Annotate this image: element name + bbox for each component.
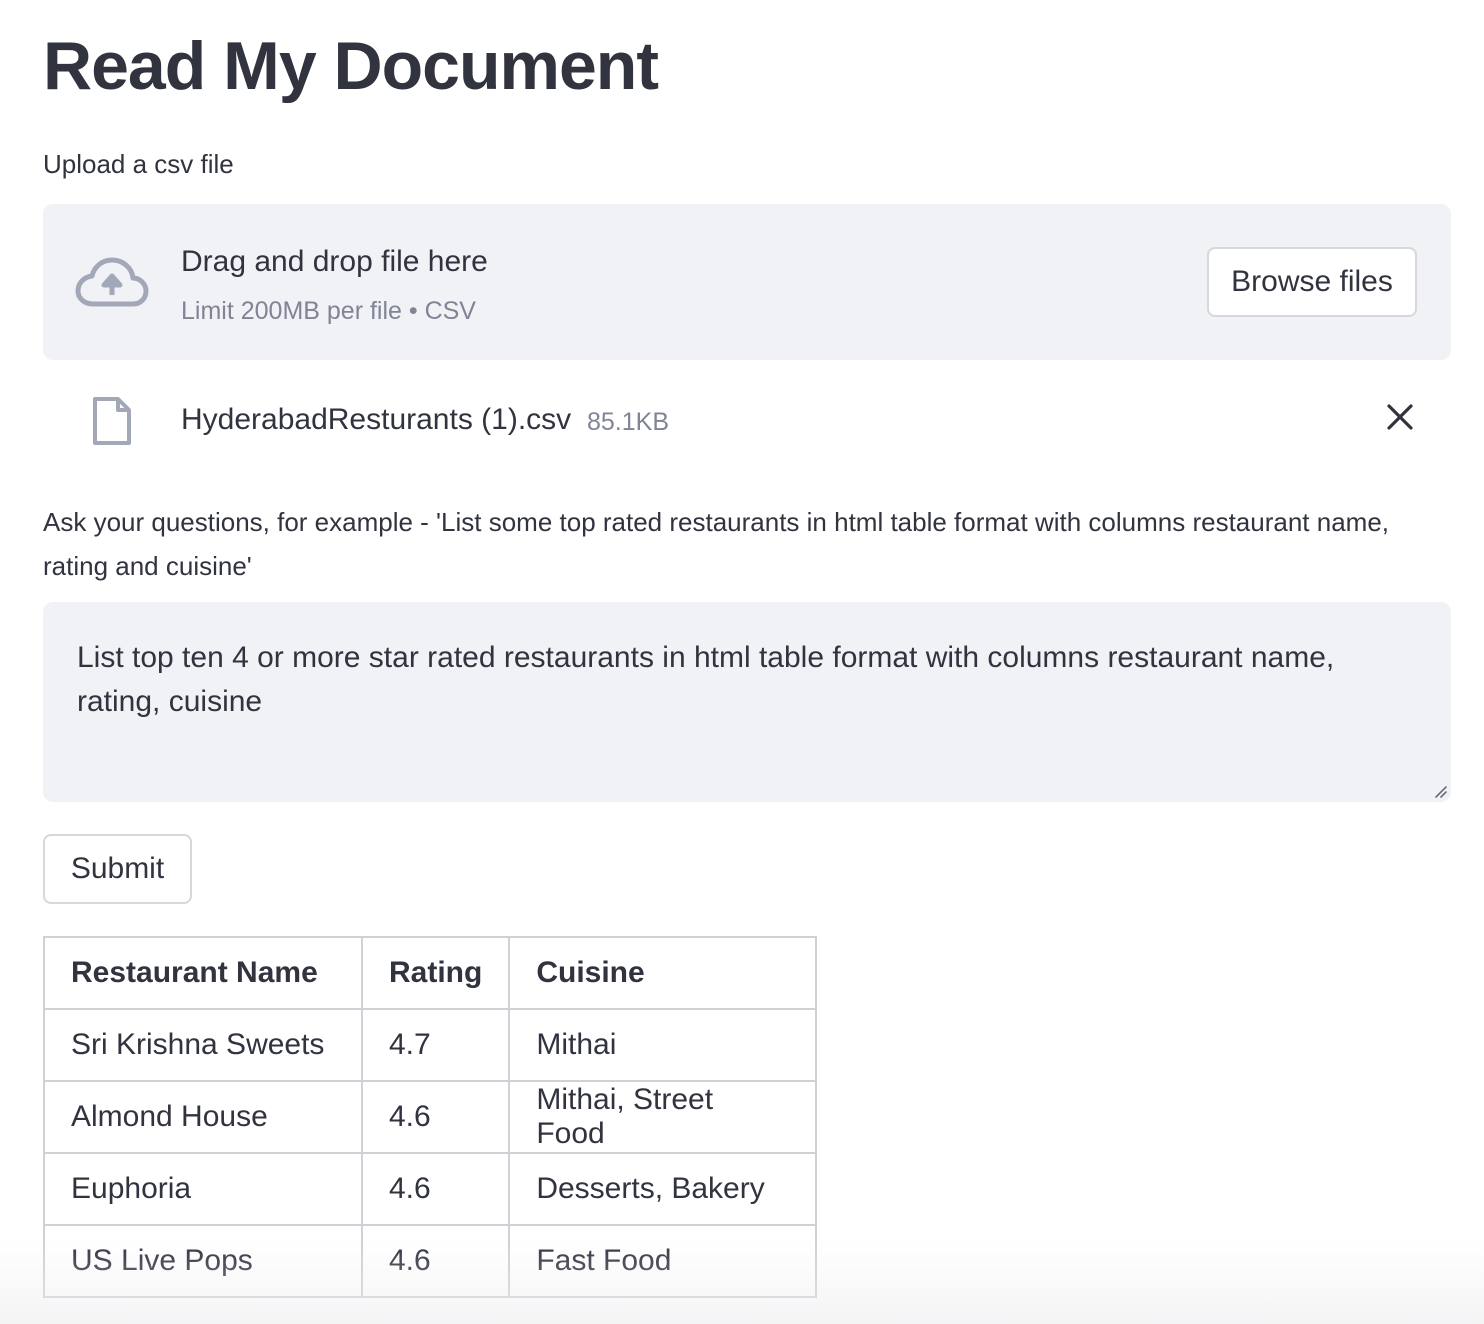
table-row: Euphoria 4.6 Desserts, Bakery [43, 1152, 818, 1226]
rating-cell: 4.7 [360, 1008, 511, 1082]
restaurant-name-cell: Almond House [43, 1080, 363, 1154]
page-title: Read My Document [43, 28, 659, 104]
cuisine-cell: Fast Food [508, 1224, 818, 1298]
close-icon[interactable] [1385, 402, 1415, 432]
restaurant-name-cell: Euphoria [43, 1152, 363, 1226]
question-textarea[interactable]: List top ten 4 or more star rated restau… [43, 602, 1451, 802]
table-row: US Live Pops 4.6 Fast Food [43, 1224, 818, 1298]
rating-cell: 4.6 [360, 1080, 511, 1154]
submit-button[interactable]: Submit [43, 834, 192, 904]
resize-handle-icon[interactable] [1431, 782, 1447, 798]
column-header-rating: Rating [360, 936, 511, 1010]
browse-files-button[interactable]: Browse files [1207, 247, 1417, 317]
uploaded-file-row: HyderabadResturants (1).csv 85.1KB [43, 380, 1451, 460]
restaurant-name-cell: Sri Krishna Sweets [43, 1008, 363, 1082]
rating-cell: 4.6 [360, 1224, 511, 1298]
file-icon [93, 397, 131, 445]
cuisine-cell: Mithai, Street Food [508, 1080, 818, 1154]
results-table: Restaurant Name Rating Cuisine Sri Krish… [43, 936, 818, 1298]
cloud-upload-icon [75, 257, 149, 307]
table-header-row: Restaurant Name Rating Cuisine [43, 936, 818, 1010]
dropzone-limit: Limit 200MB per file • CSV [181, 297, 476, 325]
uploaded-file-size: 85.1KB [587, 408, 670, 436]
file-dropzone[interactable]: Drag and drop file here Limit 200MB per … [43, 204, 1451, 360]
uploaded-file-name: HyderabadResturants (1).csv [181, 403, 572, 436]
table-row: Sri Krishna Sweets 4.7 Mithai [43, 1008, 818, 1082]
column-header-restaurant-name: Restaurant Name [43, 936, 363, 1010]
cuisine-cell: Desserts, Bakery [508, 1152, 818, 1226]
question-text: List top ten 4 or more star rated restau… [77, 641, 1335, 718]
upload-label: Upload a csv file [43, 149, 234, 179]
table-row: Almond House 4.6 Mithai, Street Food [43, 1080, 818, 1154]
restaurant-name-cell: US Live Pops [43, 1224, 363, 1298]
question-label: Ask your questions, for example - 'List … [43, 507, 1390, 581]
cuisine-cell: Mithai [508, 1008, 818, 1082]
dropzone-instructions: Drag and drop file here [181, 245, 488, 278]
rating-cell: 4.6 [360, 1152, 511, 1226]
column-header-cuisine: Cuisine [508, 936, 818, 1010]
